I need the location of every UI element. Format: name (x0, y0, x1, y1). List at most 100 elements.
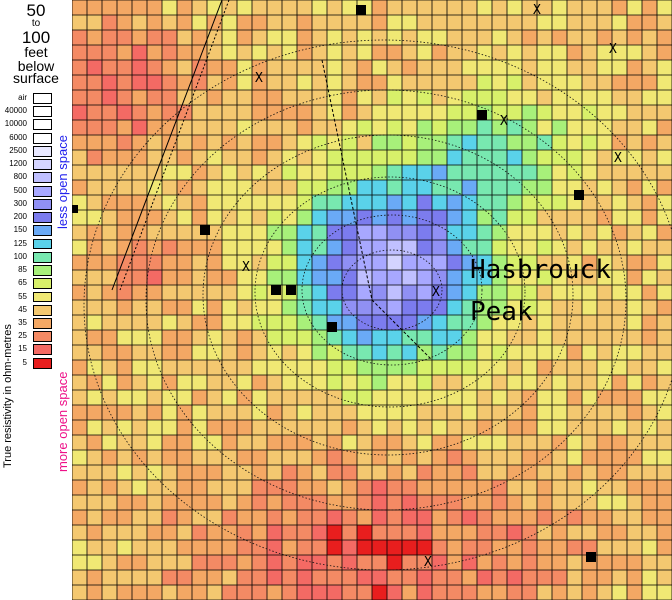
grid-cell (522, 570, 537, 585)
grid-cell (327, 255, 342, 270)
grid-cell (522, 240, 537, 255)
grid-cell (462, 510, 477, 525)
grid-cell (432, 30, 447, 45)
grid-cell (627, 375, 642, 390)
grid-cell (492, 360, 507, 375)
grid-cell (432, 495, 447, 510)
grid-cell (102, 210, 117, 225)
grid-cell (357, 90, 372, 105)
grid-cell (627, 195, 642, 210)
grid-cell (237, 435, 252, 450)
grid-cell (357, 315, 372, 330)
grid-cell (342, 240, 357, 255)
grid-cell (117, 300, 132, 315)
svg-text:X: X (255, 71, 263, 86)
grid-cell (87, 240, 102, 255)
grid-cell (402, 570, 417, 585)
grid-cell (492, 195, 507, 210)
grid-cell (447, 15, 462, 30)
grid-cell (612, 285, 627, 300)
grid-cell (567, 120, 582, 135)
grid-cell (657, 450, 672, 465)
grid-cell (597, 15, 612, 30)
grid-cell (507, 450, 522, 465)
grid-cell (522, 495, 537, 510)
grid-cell (417, 105, 432, 120)
grid-cell (372, 15, 387, 30)
grid-cell (492, 510, 507, 525)
grid-cell (507, 45, 522, 60)
grid-cell (102, 315, 117, 330)
grid-cell (657, 30, 672, 45)
grid-cell (177, 135, 192, 150)
grid-cell (147, 225, 162, 240)
grid-cell (297, 135, 312, 150)
grid-cell (312, 420, 327, 435)
grid-cell (417, 405, 432, 420)
grid-cell (612, 345, 627, 360)
grid-cell (657, 420, 672, 435)
grid-cell (387, 45, 402, 60)
grid-cell (657, 300, 672, 315)
grid-cell (312, 210, 327, 225)
grid-cell (297, 210, 312, 225)
grid-cell (147, 75, 162, 90)
grid-cell (297, 45, 312, 60)
grid-cell (222, 285, 237, 300)
grid-cell (567, 450, 582, 465)
grid-cell (207, 75, 222, 90)
peak-label-line2: Peak (470, 297, 533, 327)
grid-cell (267, 360, 282, 375)
grid-cell (552, 330, 567, 345)
grid-cell (72, 435, 87, 450)
grid-cell (132, 465, 147, 480)
grid-cell (462, 330, 477, 345)
grid-cell (252, 30, 267, 45)
grid-cell (657, 285, 672, 300)
grid-cell (567, 60, 582, 75)
grid-cell (87, 480, 102, 495)
grid-cell (552, 375, 567, 390)
grid-cell (312, 390, 327, 405)
grid-cell (297, 450, 312, 465)
grid-cell (102, 150, 117, 165)
grid-cell (342, 330, 357, 345)
grid-cell (657, 405, 672, 420)
grid-cell (297, 465, 312, 480)
grid-cell (657, 510, 672, 525)
grid-cell (567, 135, 582, 150)
grid-cell (582, 330, 597, 345)
grid-cell (417, 180, 432, 195)
grid-cell (477, 420, 492, 435)
grid-cell (402, 510, 417, 525)
grid-cell (627, 495, 642, 510)
grid-cell (282, 210, 297, 225)
grid-cell (642, 420, 657, 435)
grid-cell (117, 75, 132, 90)
grid-cell (582, 225, 597, 240)
grid-cell (582, 300, 597, 315)
grid-cell (432, 540, 447, 555)
grid-cell (432, 300, 447, 315)
grid-cell (282, 555, 297, 570)
grid-cell (342, 60, 357, 75)
grid-cell (492, 420, 507, 435)
grid-cell (552, 585, 567, 600)
grid-cell (552, 285, 567, 300)
grid-cell (207, 285, 222, 300)
grid-cell (642, 210, 657, 225)
grid-cell (117, 0, 132, 15)
grid-cell (657, 0, 672, 15)
grid-cell (342, 540, 357, 555)
grid-cell (162, 225, 177, 240)
grid-cell (312, 270, 327, 285)
grid-cell (102, 135, 117, 150)
grid-cell (132, 540, 147, 555)
grid-cell (297, 120, 312, 135)
grid-cell (417, 90, 432, 105)
grid-cell (222, 90, 237, 105)
grid-cell (117, 135, 132, 150)
grid-cell (72, 225, 87, 240)
grid-cell (177, 420, 192, 435)
grid-cell (522, 450, 537, 465)
